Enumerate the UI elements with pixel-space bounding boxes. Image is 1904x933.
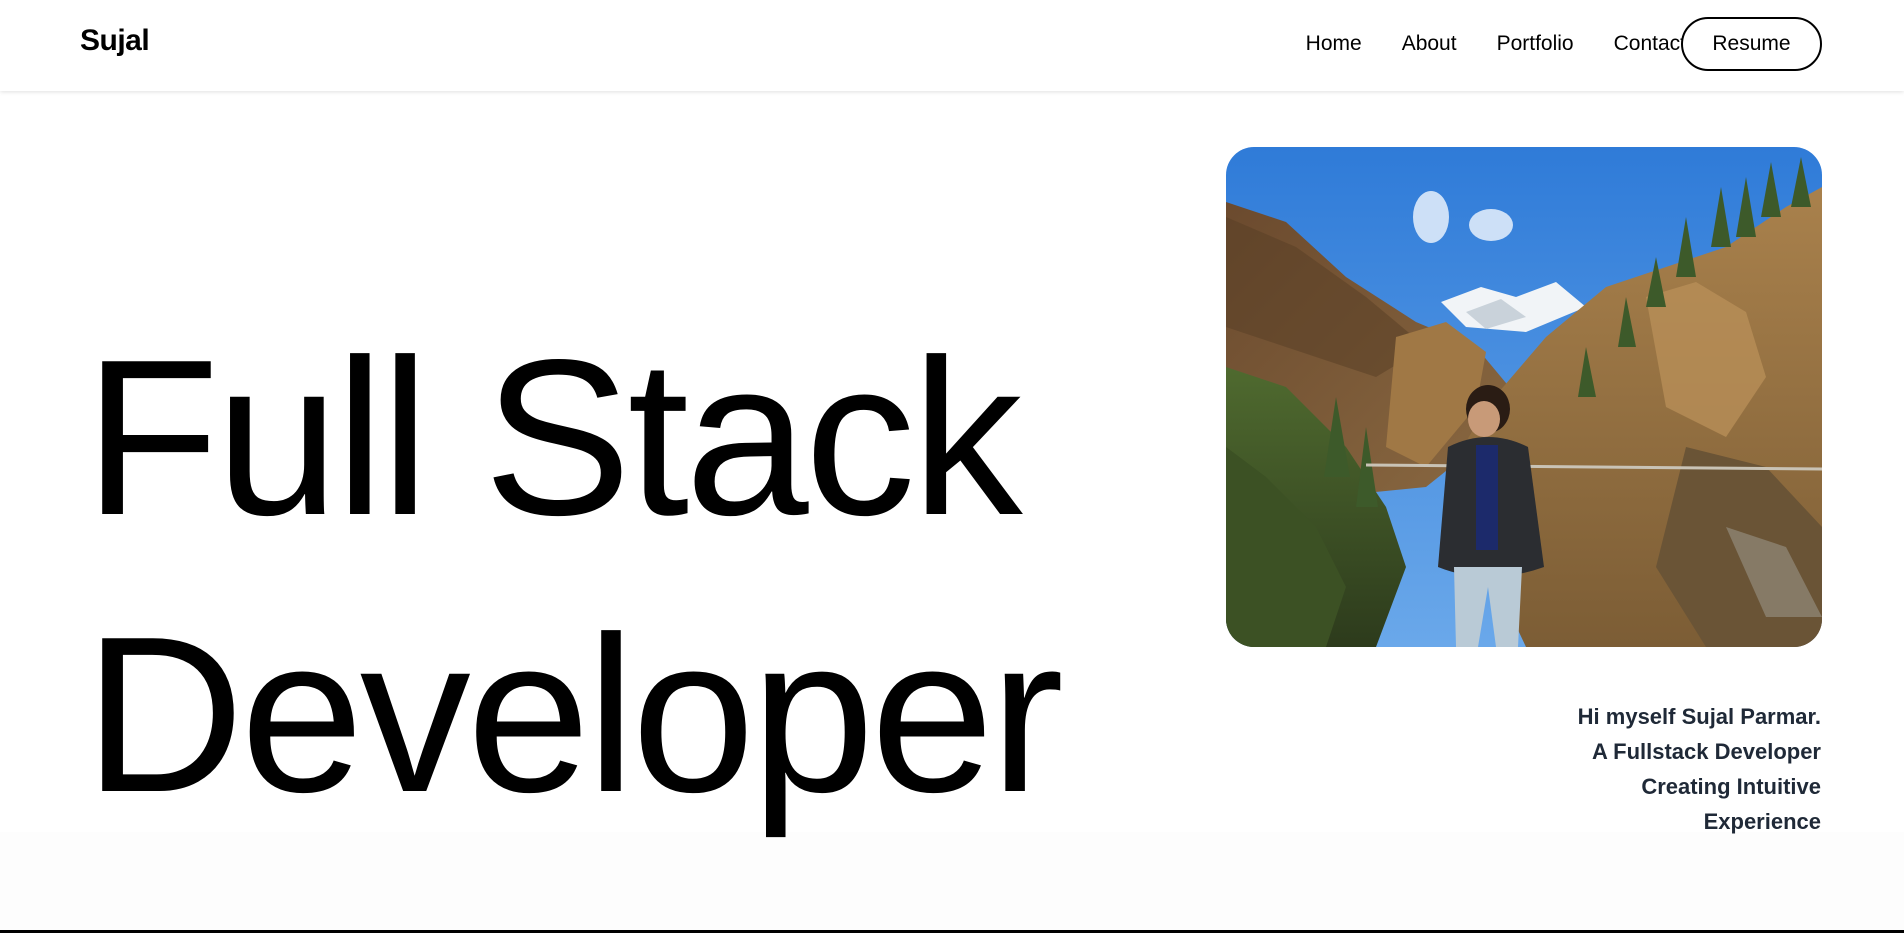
intro-line-2: A Fullstack Developer xyxy=(1591,739,1821,764)
nav-link-home[interactable]: Home xyxy=(1306,32,1362,56)
hero-title-line-1: Full Stack xyxy=(84,314,1023,562)
resume-button[interactable]: Resume xyxy=(1681,17,1822,71)
nav-link-portfolio[interactable]: Portfolio xyxy=(1497,32,1574,56)
navbar: Sujal Home About Portfolio Contact Resum… xyxy=(0,0,1904,91)
profile-photo xyxy=(1226,147,1822,647)
nav-link-about[interactable]: About xyxy=(1402,32,1457,56)
profile-photo-image xyxy=(1226,147,1822,647)
nav-link-contact[interactable]: Contact xyxy=(1614,32,1686,56)
intro-text: Hi myself Sujal Parmar. A Fullstack Deve… xyxy=(1361,699,1821,839)
brand-logo[interactable]: Sujal xyxy=(80,24,150,58)
intro-line-3: Creating Intuitive xyxy=(1641,774,1821,799)
intro-line-1: Hi myself Sujal Parmar. xyxy=(1577,704,1821,729)
intro-line-4: Experience xyxy=(1703,809,1821,834)
hero-title: Full Stack Developer xyxy=(84,300,1064,854)
nav-links: Home About Portfolio Contact xyxy=(1306,0,1686,87)
hero-title-line-2: Developer xyxy=(84,591,1064,839)
